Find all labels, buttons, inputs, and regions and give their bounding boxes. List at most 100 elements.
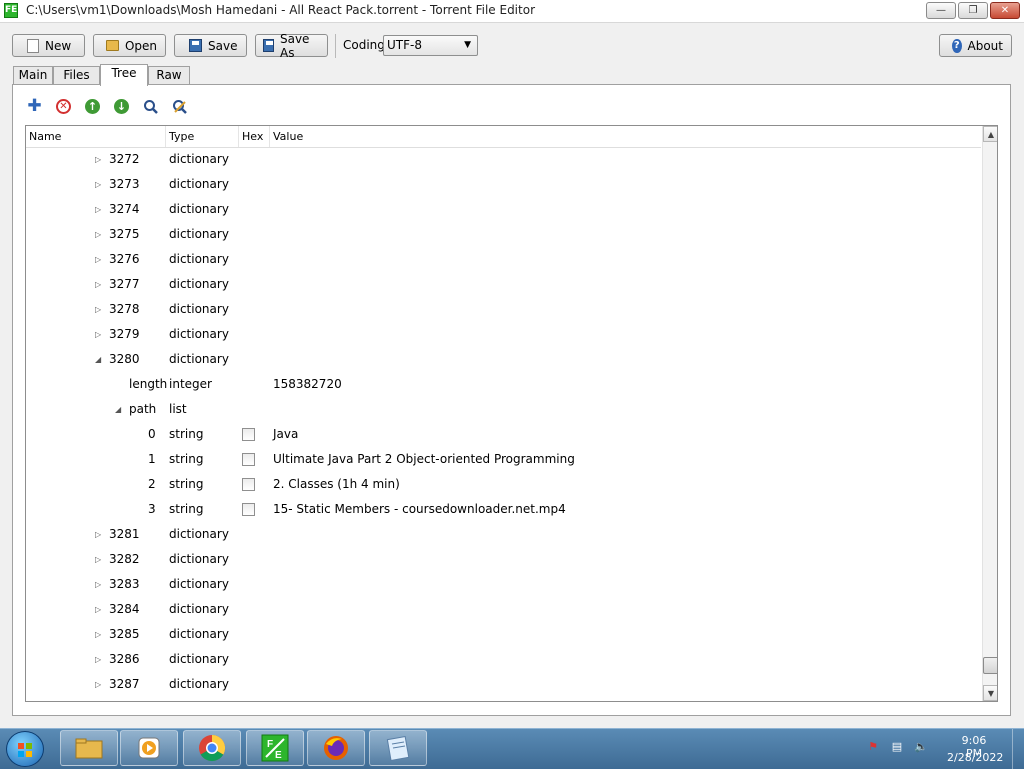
action-center-flag-icon[interactable]: ⚑ xyxy=(866,740,880,754)
tree-row-value: 158382720 xyxy=(273,377,342,391)
collapsed-arrow-icon[interactable]: ▷ xyxy=(95,597,101,622)
collapsed-arrow-icon[interactable]: ▷ xyxy=(95,197,101,222)
tree-row[interactable]: ▷ 3278 dictionary xyxy=(26,297,981,322)
tree-row[interactable]: ▷ 3273 dictionary xyxy=(26,172,981,197)
tree-row[interactable]: ▷ 3277 dictionary xyxy=(26,272,981,297)
chrome-icon xyxy=(199,734,226,762)
tree-row[interactable]: ▷ 3281 dictionary xyxy=(26,522,981,547)
find-icon[interactable] xyxy=(143,99,158,114)
tree-row[interactable]: ▷ 3272 dictionary xyxy=(26,147,981,172)
tab-main[interactable]: Main xyxy=(13,66,53,85)
tree-row[interactable]: ▷ 3275 dictionary xyxy=(26,222,981,247)
new-button[interactable]: New xyxy=(12,34,85,57)
collapsed-arrow-icon[interactable]: ▷ xyxy=(95,522,101,547)
tree-row[interactable]: ◢ 3280 dictionary xyxy=(26,347,981,372)
tree-row[interactable]: ▷ 3287 dictionary xyxy=(26,672,981,697)
collapsed-arrow-icon[interactable]: ▷ xyxy=(95,572,101,597)
tree-row[interactable]: length integer 158382720 xyxy=(26,372,981,397)
minimize-button[interactable]: — xyxy=(926,2,956,19)
column-header-name[interactable]: Name xyxy=(26,126,166,147)
taskbar-media-player[interactable] xyxy=(120,730,178,766)
move-up-icon[interactable]: ↑ xyxy=(85,99,100,114)
collapsed-arrow-icon[interactable]: ▷ xyxy=(95,172,101,197)
tree-row[interactable]: 1 string Ultimate Java Part 2 Object-orien… xyxy=(26,447,981,472)
taskbar-firefox[interactable] xyxy=(307,730,365,766)
collapsed-arrow-icon[interactable]: ▷ xyxy=(95,322,101,347)
collapsed-arrow-icon[interactable]: ▷ xyxy=(95,672,101,697)
collapsed-arrow-icon[interactable]: ▷ xyxy=(95,272,101,297)
collapsed-arrow-icon[interactable]: ▷ xyxy=(95,222,101,247)
save-as-button[interactable]: Save As xyxy=(255,31,328,60)
tree-view[interactable]: Name Type Hex Value ▷ 3272 dictionary ▷ 3273… xyxy=(25,125,998,702)
add-icon[interactable]: ✚ xyxy=(27,98,42,115)
collapsed-arrow-icon[interactable]: ▷ xyxy=(95,647,101,672)
firefox-icon xyxy=(324,736,348,760)
scroll-thumb[interactable] xyxy=(983,657,997,674)
remove-icon[interactable]: ✕ xyxy=(56,99,71,114)
maximize-button[interactable]: ❐ xyxy=(958,2,988,19)
collapsed-arrow-icon[interactable]: ▷ xyxy=(95,622,101,647)
tree-row-type: list xyxy=(169,402,187,416)
start-button[interactable] xyxy=(6,731,44,767)
collapsed-arrow-icon[interactable]: ▷ xyxy=(95,547,101,572)
tree-row-value: 15- Static Members - coursedownloader.ne… xyxy=(273,502,566,516)
hex-checkbox[interactable] xyxy=(242,503,255,516)
tree-row[interactable]: 2 string 2. Classes (1h 4 min) xyxy=(26,472,981,497)
open-button-label: Open xyxy=(124,38,157,53)
taskbar-chrome[interactable] xyxy=(183,730,241,766)
tree-row-name: 3275 xyxy=(109,227,140,241)
hex-checkbox[interactable] xyxy=(242,478,255,491)
tab-tree[interactable]: Tree xyxy=(100,64,148,86)
tree-row-type: string xyxy=(169,477,204,491)
expanded-arrow-icon[interactable]: ◢ xyxy=(115,397,121,422)
tab-raw[interactable]: Raw xyxy=(148,66,190,85)
column-header-value[interactable]: Value xyxy=(270,126,981,147)
collapsed-arrow-icon[interactable]: ▷ xyxy=(95,147,101,172)
new-button-label: New xyxy=(45,38,72,53)
column-header-type[interactable]: Type xyxy=(166,126,239,147)
tree-row[interactable]: ▷ 3285 dictionary xyxy=(26,622,981,647)
close-icon: ✕ xyxy=(1000,5,1010,16)
column-header-hex[interactable]: Hex xyxy=(239,126,270,147)
tree-row[interactable]: ▷ 3274 dictionary xyxy=(26,197,981,222)
taskbar-notepad[interactable] xyxy=(369,730,427,766)
vertical-scrollbar[interactable]: ▲ ▼ xyxy=(982,126,997,701)
tree-row[interactable]: ▷ 3276 dictionary xyxy=(26,247,981,272)
tree-row[interactable]: ▷ 3279 dictionary xyxy=(26,322,981,347)
tab-files[interactable]: Files xyxy=(53,66,100,85)
collapsed-arrow-icon[interactable]: ▷ xyxy=(95,247,101,272)
hex-checkbox[interactable] xyxy=(242,453,255,466)
coding-select[interactable]: UTF-8 ▼ xyxy=(383,35,478,56)
clock-date[interactable]: 2/28/2022 xyxy=(947,751,1003,764)
collapsed-arrow-icon[interactable]: ▷ xyxy=(95,297,101,322)
about-button[interactable]: ? About xyxy=(939,34,1012,57)
open-folder-icon xyxy=(106,40,119,51)
tree-row[interactable]: ◢ path list xyxy=(26,397,981,422)
taskbar-torrent-file-editor[interactable]: F E xyxy=(246,730,304,766)
close-button[interactable]: ✕ xyxy=(990,2,1020,19)
app-icon: FE xyxy=(4,3,18,18)
taskbar-file-explorer[interactable] xyxy=(60,730,118,766)
coding-label: Coding xyxy=(343,38,385,52)
tree-row[interactable]: ▷ 3286 dictionary xyxy=(26,647,981,672)
show-desktop-button[interactable] xyxy=(1012,729,1024,769)
save-button[interactable]: Save xyxy=(174,34,247,57)
save-as-button-label: Save As xyxy=(279,31,310,60)
find-replace-icon[interactable] xyxy=(172,99,187,114)
tree-row[interactable]: ▷ 3284 dictionary xyxy=(26,597,981,622)
tree-row-name: 3279 xyxy=(109,327,140,341)
title-bar: FE C:\Users\vm1\Downloads\Mosh Hamedani … xyxy=(0,0,1024,23)
expanded-arrow-icon[interactable]: ◢ xyxy=(95,347,101,372)
tree-row[interactable]: ▷ 3282 dictionary xyxy=(26,547,981,572)
scroll-up-arrow-icon[interactable]: ▲ xyxy=(983,126,997,142)
tree-row[interactable]: 0 string Java xyxy=(26,422,981,447)
hex-checkbox[interactable] xyxy=(242,428,255,441)
tree-row-value: Ultimate Java Part 2 Object-oriented Pro… xyxy=(273,452,575,466)
tree-row[interactable]: ▷ 3283 dictionary xyxy=(26,572,981,597)
tree-row[interactable]: 3 string 15- Static Members - coursedownlo… xyxy=(26,497,981,522)
scroll-down-arrow-icon[interactable]: ▼ xyxy=(983,685,997,701)
network-icon[interactable]: ▤ xyxy=(890,740,904,754)
move-down-icon[interactable]: ↓ xyxy=(114,99,129,114)
volume-icon[interactable]: 🔈 xyxy=(914,740,928,754)
open-button[interactable]: Open xyxy=(93,34,166,57)
